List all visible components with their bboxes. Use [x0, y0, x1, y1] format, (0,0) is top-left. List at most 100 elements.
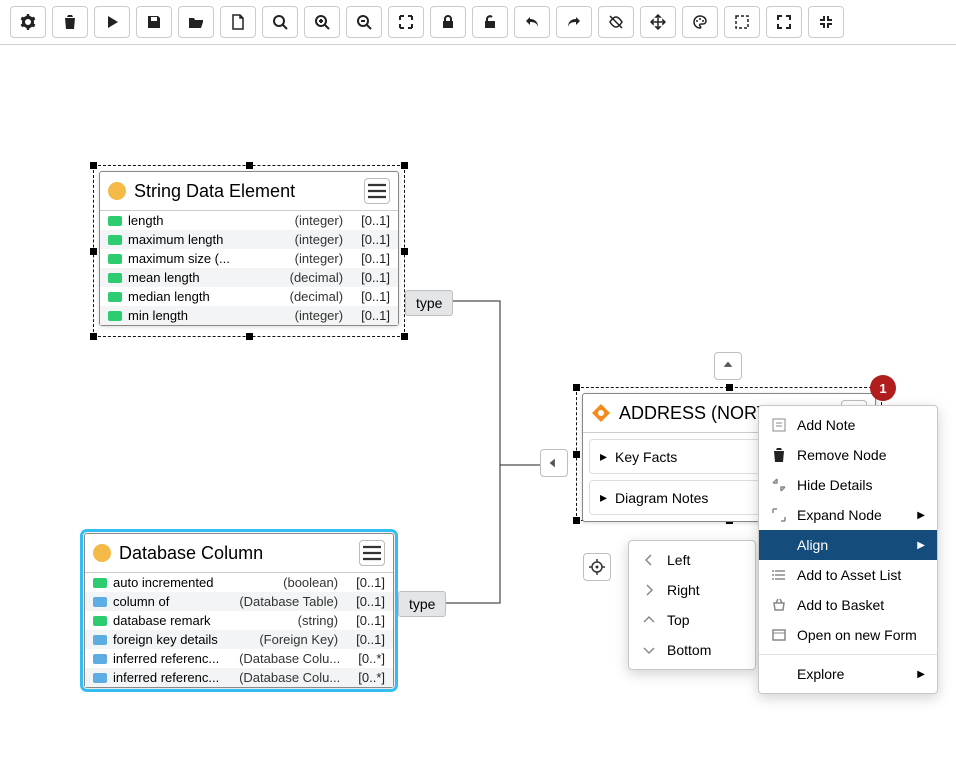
- toolbar-save-button[interactable]: [136, 6, 172, 38]
- toolbar-move-button[interactable]: [640, 6, 676, 38]
- toolbar-expand-button[interactable]: [766, 6, 802, 38]
- attr-type: (Database Colu...: [239, 651, 340, 666]
- menu-item-align[interactable]: Align ▶: [759, 530, 937, 560]
- nav-arrow-up[interactable]: [714, 352, 742, 380]
- menu-item-expand-node[interactable]: Expand Node▶: [759, 500, 937, 530]
- attr-type: (Foreign Key): [259, 632, 338, 647]
- menu-item-label: Left: [667, 552, 690, 568]
- toolbar-play-button[interactable]: [94, 6, 130, 38]
- attr-row[interactable]: auto incremented (boolean) [0..1]: [85, 573, 393, 592]
- basket-icon: [771, 597, 787, 613]
- menu-item-label: Remove Node: [797, 447, 887, 463]
- toolbar-redo-button[interactable]: [556, 6, 592, 38]
- attr-type: (string): [298, 613, 338, 628]
- attr-row[interactable]: database remark(string)[0..1]: [85, 611, 393, 630]
- toolbar-zoom-in-button[interactable]: [304, 6, 340, 38]
- attr-row[interactable]: foreign key details(Foreign Key)[0..1]: [85, 630, 393, 649]
- toolbar-file-button[interactable]: [220, 6, 256, 38]
- toolbar-fit-button[interactable]: [388, 6, 424, 38]
- align-right[interactable]: Right: [629, 575, 755, 605]
- attr-type-swatch: [93, 673, 107, 683]
- toolbar-lock-button[interactable]: [430, 6, 466, 38]
- menu-item-label: Right: [667, 582, 700, 598]
- attr-row[interactable]: maximum size (...(integer)[0..1]: [100, 249, 398, 268]
- menu-item-add-to-asset-list[interactable]: Add to Asset List: [759, 560, 937, 590]
- toolbar-crop-button[interactable]: [724, 6, 760, 38]
- caret-right-icon: ▸: [600, 489, 607, 506]
- attr-row[interactable]: min length(integer)[0..1]: [100, 306, 398, 325]
- node-database-column[interactable]: Database Column auto incremented (boolean…: [84, 533, 394, 688]
- attr-name: column of: [113, 594, 233, 609]
- menu-item-hide-details[interactable]: Hide Details: [759, 470, 937, 500]
- attr-name: mean length: [128, 270, 284, 285]
- attr-card: [0..1]: [349, 270, 390, 285]
- note-icon: [771, 417, 787, 433]
- attr-list-dbcol: auto incremented (boolean) [0..1] column of…: [85, 573, 393, 687]
- arr-left-icon: [641, 552, 657, 568]
- attr-name: auto incremented: [113, 575, 277, 590]
- toolbar-eye-off-button[interactable]: [598, 6, 634, 38]
- align-left[interactable]: Left: [629, 545, 755, 575]
- menu-item-remove-node[interactable]: Remove Node: [759, 440, 937, 470]
- attr-name: inferred referenc...: [113, 651, 233, 666]
- toolbar-unlock-button[interactable]: [472, 6, 508, 38]
- attr-name: median length: [128, 289, 284, 304]
- toolbar-palette-button[interactable]: [682, 6, 718, 38]
- window-icon: [771, 627, 787, 643]
- attr-row[interactable]: mean length(decimal)[0..1]: [100, 268, 398, 287]
- node-menu-button[interactable]: [364, 178, 390, 204]
- toolbar-search-button[interactable]: [262, 6, 298, 38]
- chevron-right-icon: ▶: [917, 510, 925, 521]
- toolbar-compress-button[interactable]: [808, 6, 844, 38]
- attr-type: (integer): [295, 308, 343, 323]
- nav-arrow-left[interactable]: [540, 449, 568, 477]
- menu-separator: [759, 654, 937, 655]
- toolbar-zoom-out-button[interactable]: [346, 6, 382, 38]
- attr-name: database remark: [113, 613, 292, 628]
- menu-item-label: Align: [797, 537, 828, 553]
- attr-type-swatch: [93, 597, 107, 607]
- section-label: Key Facts: [615, 449, 677, 465]
- attr-list-string: length(integer)[0..1]maximum length(inte…: [100, 211, 398, 325]
- attr-type-swatch: [93, 635, 107, 645]
- attr-row[interactable]: length(integer)[0..1]: [100, 211, 398, 230]
- node-string-data-element[interactable]: String Data Element length(integer)[0..1…: [99, 171, 399, 326]
- chevron-right-icon: ▶: [917, 540, 925, 551]
- attr-card: [0..1]: [344, 575, 385, 590]
- attr-row[interactable]: median length(decimal)[0..1]: [100, 287, 398, 306]
- menu-item-add-to-basket[interactable]: Add to Basket: [759, 590, 937, 620]
- attr-row[interactable]: inferred referenc... (Database Colu... [0.…: [85, 649, 393, 668]
- toolbar-undo-button[interactable]: [514, 6, 550, 38]
- attr-card: [0..*]: [346, 651, 385, 666]
- toolbar-trash-button[interactable]: [52, 6, 88, 38]
- type-icon-circle: [93, 544, 111, 562]
- type-icon-diamond: [591, 403, 611, 423]
- arr-right-icon: [641, 582, 657, 598]
- attr-type-swatch: [93, 654, 107, 664]
- node-menu-button[interactable]: [359, 540, 385, 566]
- attr-type: (integer): [295, 251, 343, 266]
- node-title: Database Column: [119, 543, 351, 564]
- caret-right-icon: ▸: [600, 448, 607, 465]
- node-title: String Data Element: [134, 181, 356, 202]
- expand2-icon: [771, 507, 787, 523]
- menu-item-add-note[interactable]: Add Note: [759, 410, 937, 440]
- attr-row[interactable]: maximum length(integer)[0..1]: [100, 230, 398, 249]
- align-submenu: Left Right TopBottom: [628, 540, 756, 670]
- align-top[interactable]: Top: [629, 605, 755, 635]
- toolbar-gear-button[interactable]: [10, 6, 46, 38]
- attr-row[interactable]: column of(Database Table)[0..1]: [85, 592, 393, 611]
- menu-item-label: Explore: [797, 666, 844, 682]
- focus-target-button[interactable]: [583, 553, 611, 581]
- type-tag-string[interactable]: type: [405, 290, 453, 316]
- align-bottom[interactable]: Bottom: [629, 635, 755, 665]
- attr-row[interactable]: inferred referenc...(Database Colu...[0.…: [85, 668, 393, 687]
- menu-item-explore[interactable]: Explore▶: [759, 659, 937, 689]
- trash-icon: [771, 447, 787, 463]
- type-tag-dbcol[interactable]: type: [398, 591, 446, 617]
- menu-item-open-on-new-form[interactable]: Open on new Form: [759, 620, 937, 650]
- toolbar-folder-open-button[interactable]: [178, 6, 214, 38]
- canvas[interactable]: String Data Element length(integer)[0..1…: [0, 45, 956, 762]
- attr-type: (integer): [295, 213, 343, 228]
- attr-type: (boolean): [283, 575, 338, 590]
